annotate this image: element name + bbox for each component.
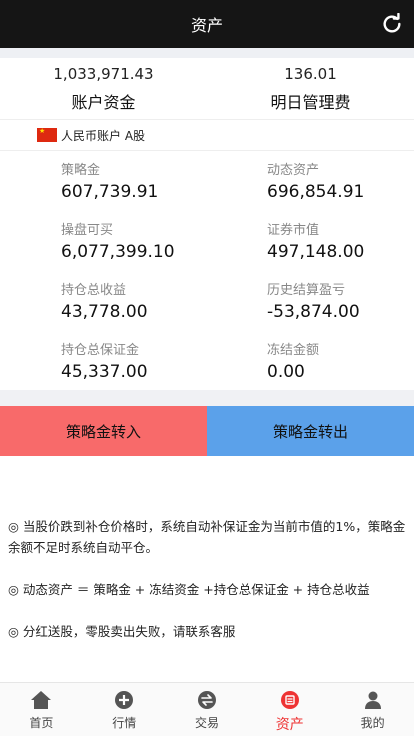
stat-label: 冻结金额 [267,343,320,358]
stat-historical-pnl: 历史结算盈亏 -53,874.00 [207,272,414,332]
china-flag-icon: ★ [37,127,57,142]
tab-profile[interactable]: 我的 [331,683,414,736]
asset-stats-grid: 策略金 607,739.91 动态资产 696,854.91 操盘可买 6,07… [0,152,414,392]
account-funds: 1,033,971.43 账户资金 [0,58,207,118]
account-funds-label: 账户资金 [71,93,136,112]
stat-value: 696,854.91 [267,182,365,202]
stat-label: 历史结算盈亏 [267,283,346,298]
stat-label: 持仓总收益 [61,283,127,298]
stat-label: 策略金 [61,163,101,178]
stat-total-margin: 持仓总保证金 45,337.00 [0,332,207,392]
note-margin-call: ◎ 当股价跌到补仓价格时，系统自动补保证金为当前市值的1%，策略金余额不足时系统… [8,519,406,555]
stat-strategy-funds: 策略金 607,739.91 [0,152,207,212]
tab-label: 资产 [275,717,304,733]
stat-value: -53,874.00 [267,302,360,322]
stat-value: 497,148.00 [267,242,365,262]
tab-home[interactable]: 首页 [0,683,83,736]
refresh-icon[interactable] [380,12,404,36]
tab-market[interactable]: 行情 [83,683,166,736]
management-fee-label: 明日管理费 [270,93,351,112]
user-icon [362,689,384,711]
exchange-icon [196,689,218,711]
account-funds-value: 1,033,971.43 [53,65,154,83]
stat-frozen-amount: 冻结金额 0.00 [207,332,414,392]
assets-icon [279,689,301,711]
stat-label: 持仓总保证金 [61,343,140,358]
management-fee-value: 136.01 [284,65,337,83]
stat-label: 操盘可买 [61,223,114,238]
page-title: 资产 [190,16,223,35]
management-fee: 136.01 明日管理费 [207,58,414,118]
stat-label: 动态资产 [267,163,320,178]
market-icon [113,689,135,711]
tab-label: 行情 [112,716,137,730]
transfer-out-button[interactable]: 策略金转出 [207,406,414,456]
stat-dynamic-assets: 动态资产 696,854.91 [207,152,414,212]
transfer-in-button[interactable]: 策略金转入 [0,406,207,456]
note-dividend: ◎ 分红送股，零股卖出失败，请联系客服 [8,624,236,639]
tab-trade[interactable]: 交易 [166,683,249,736]
stat-value: 0.00 [267,362,305,382]
stat-value: 45,337.00 [61,362,148,382]
section-divider [0,390,414,406]
tab-label: 首页 [29,716,54,730]
note-dynamic-assets: ◎ 动态资产 ＝ 策略金 + 冻结资金 +持仓总保证金 + 持仓总收益 [8,582,370,597]
header-divider [0,48,414,58]
stat-value: 607,739.91 [61,182,159,202]
stat-position-profit: 持仓总收益 43,778.00 [0,272,207,332]
tab-label: 我的 [360,716,385,730]
stat-buying-power: 操盘可买 6,077,399.10 [0,212,207,272]
stat-value: 6,077,399.10 [61,242,175,262]
account-name: 人民币账户 A股 [61,128,146,143]
tab-assets[interactable]: 资产 [248,683,331,736]
bottom-tab-bar: 首页 行情 交易 资产 我的 [0,682,414,736]
stat-label: 证券市值 [267,223,320,238]
top-bar: 资产 [0,0,414,48]
transfer-buttons: 策略金转入 策略金转出 [0,406,414,456]
stat-market-value: 证券市值 497,148.00 [207,212,414,272]
account-type-row: ★ 人民币账户 A股 [0,119,414,151]
tab-label: 交易 [194,716,219,730]
stat-value: 43,778.00 [61,302,148,322]
notes-section: ◎ 当股价跌到补仓价格时，系统自动补保证金为当前市值的1%，策略金余额不足时系统… [8,516,406,642]
home-icon [30,689,52,711]
account-summary: 1,033,971.43 账户资金 136.01 明日管理费 [0,58,414,118]
